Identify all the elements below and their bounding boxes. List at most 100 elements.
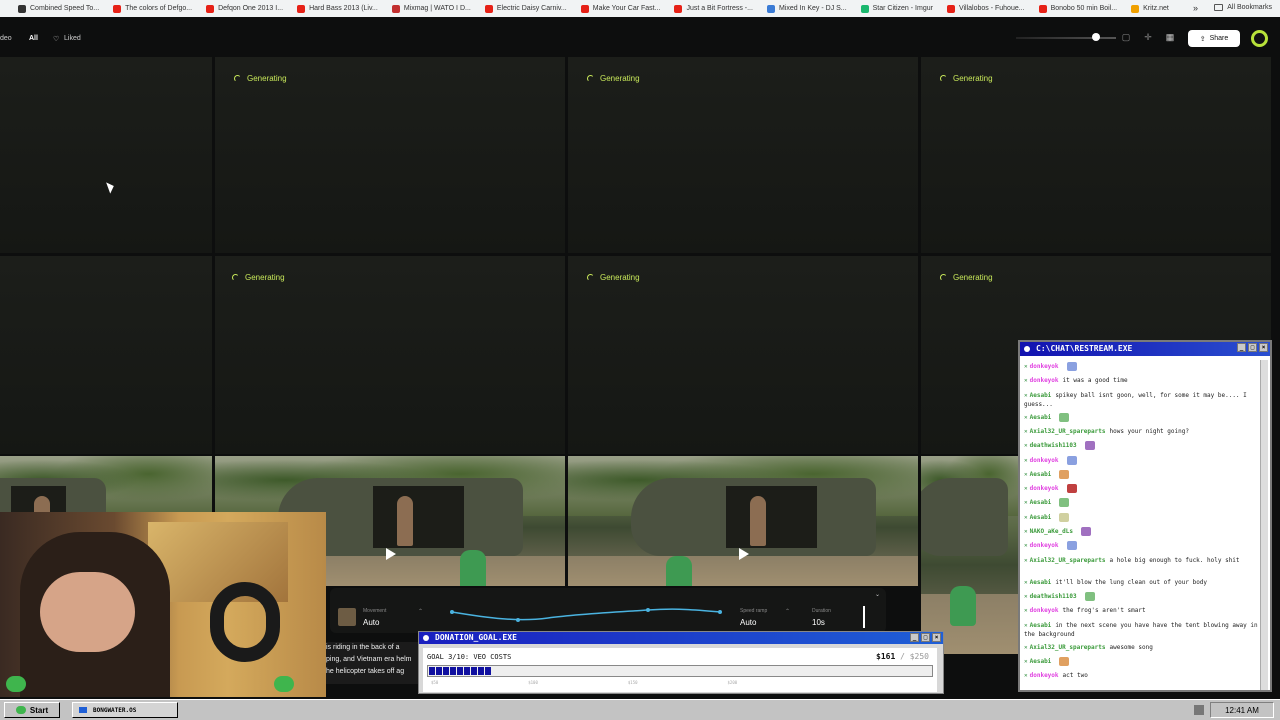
- soldier-figure: [750, 496, 766, 546]
- taskbar-app-button[interactable]: BONGWATER.OS: [72, 702, 178, 718]
- donation-title: DONATION_GOAL.EXE: [435, 633, 517, 642]
- maximize-icon[interactable]: □: [1248, 343, 1257, 352]
- video-tile[interactable]: [215, 256, 565, 454]
- bookmark-item[interactable]: Make Your Car Fast...: [580, 4, 660, 13]
- chat-username: donkeyok: [1029, 377, 1059, 385]
- platform-icon: ✕: [1024, 621, 1028, 629]
- chat-text: in the next scene you have have the tent…: [1024, 621, 1258, 638]
- bookmark-item[interactable]: Mixed In Key - DJ S...: [766, 4, 847, 13]
- reference-thumbnail[interactable]: [338, 608, 356, 626]
- spinner-icon: [940, 274, 947, 281]
- video-tile[interactable]: [0, 256, 212, 454]
- size-slider-knob[interactable]: [1092, 33, 1100, 41]
- emote-icon: [1059, 498, 1070, 508]
- webcam-overlay: [0, 512, 326, 697]
- bookmark-item[interactable]: Mixmag | WATO I D...: [391, 4, 471, 13]
- bookmark-item[interactable]: Defqon One 2013 I...: [206, 4, 284, 13]
- platform-icon: ✕: [1024, 413, 1028, 421]
- bookmark-item[interactable]: Hard Bass 2013 (Liv...: [297, 4, 378, 13]
- streamer-face: [40, 572, 135, 652]
- generating-status: Generating: [587, 74, 640, 83]
- all-bookmarks-button[interactable]: All Bookmarks: [1214, 4, 1272, 11]
- chevron-icon[interactable]: ⌃: [785, 608, 790, 615]
- chat-scrollbar[interactable]: [1260, 360, 1268, 690]
- filter-all[interactable]: All: [29, 35, 38, 42]
- speed-ramp-label: Speed ramp: [740, 608, 768, 614]
- bookmark-item[interactable]: Just a Bit Fortress -...: [674, 4, 753, 13]
- taskbar-app-label: BONGWATER.OS: [93, 706, 137, 714]
- square-view-icon[interactable]: ▢: [1121, 32, 1131, 42]
- donation-goal-window: DONATION_GOAL.EXE _ □ × GOAL 3/10: VEO C…: [418, 631, 944, 694]
- generating-label: Generating: [247, 74, 287, 83]
- chat-title: C:\CHAT\RESTREAM.EXE: [1036, 344, 1133, 353]
- chevron-down-icon[interactable]: ⌄: [875, 591, 880, 598]
- chat-text: hows your night going?: [1109, 427, 1189, 435]
- chat-text: awesome song: [1109, 643, 1153, 651]
- video-tile[interactable]: [568, 57, 918, 253]
- progress-segment: [436, 667, 442, 675]
- minimize-icon[interactable]: _: [910, 633, 919, 642]
- play-icon[interactable]: [386, 548, 396, 560]
- crosshair-icon[interactable]: ✛: [1143, 32, 1153, 42]
- video-tile[interactable]: [0, 57, 212, 253]
- bookmark-item[interactable]: Electric Daisy Carniv...: [484, 4, 567, 13]
- platform-icon: ✕: [1024, 528, 1028, 535]
- motion-curve[interactable]: [448, 606, 724, 626]
- grid-view-icon[interactable]: ▦: [1165, 32, 1175, 42]
- microphone-arm: [210, 582, 280, 662]
- bookmark-item[interactable]: Bonobo 50 min Boil...: [1038, 4, 1117, 13]
- bookmark-item[interactable]: The colors of Defgo...: [113, 4, 192, 13]
- bookmark-label: Just a Bit Fortress -...: [686, 5, 753, 12]
- video-tab[interactable]: deo: [0, 35, 12, 42]
- maximize-icon[interactable]: □: [921, 633, 930, 642]
- movement-value[interactable]: Auto: [363, 618, 379, 627]
- video-thumbnail[interactable]: [568, 456, 918, 586]
- close-icon[interactable]: ×: [932, 633, 941, 642]
- size-slider-track[interactable]: [1016, 37, 1116, 39]
- heart-icon[interactable]: ♡: [53, 35, 59, 43]
- chat-message: ✕ Aesabi it'll blow the lung clean out of …: [1024, 578, 1260, 587]
- duration-value[interactable]: 10s: [812, 618, 825, 627]
- chat-username: Axial32_UR_spareparts: [1029, 427, 1106, 435]
- video-tile[interactable]: [568, 256, 918, 454]
- generating-label: Generating: [600, 74, 640, 83]
- bookmark-label: Defqon One 2013 I...: [218, 5, 284, 12]
- video-thumbnail[interactable]: [921, 456, 1018, 654]
- speed-ramp-value[interactable]: Auto: [740, 618, 756, 627]
- profile-avatar[interactable]: [1251, 30, 1268, 47]
- chat-text: it was a good time: [1062, 377, 1128, 385]
- minimize-icon[interactable]: _: [1237, 343, 1246, 352]
- video-tile[interactable]: [921, 57, 1271, 253]
- share-button[interactable]: ⇪ Share: [1188, 30, 1240, 47]
- generating-status: Generating: [587, 273, 640, 282]
- start-button[interactable]: Start: [4, 702, 60, 718]
- bookmark-item[interactable]: Villalobos - Fuhoue...: [946, 4, 1025, 13]
- chevron-icon[interactable]: ⌃: [418, 608, 423, 615]
- platform-icon: ✕: [1024, 657, 1028, 665]
- progress-segment: [464, 667, 470, 675]
- progress-segment: [450, 667, 456, 675]
- bookmarks-more-icon[interactable]: »: [1193, 3, 1198, 13]
- bookmark-item[interactable]: Kritz.net: [1131, 4, 1169, 13]
- bookmark-item[interactable]: Combined Speed To...: [18, 4, 99, 13]
- chat-username: donkeyok: [1029, 485, 1059, 493]
- play-icon[interactable]: [739, 548, 749, 560]
- emote-icon: [1059, 469, 1070, 479]
- bookmark-label: Hard Bass 2013 (Liv...: [309, 5, 378, 12]
- folder-icon: [1214, 4, 1224, 11]
- progress-segment: [478, 667, 484, 675]
- platform-icon: ✕: [1024, 607, 1028, 615]
- bookmark-item[interactable]: Star Citizen - Imgur: [860, 4, 933, 13]
- window-icon: [423, 635, 429, 641]
- video-tile[interactable]: [215, 57, 565, 253]
- cursor-bar: [863, 606, 865, 628]
- filter-liked[interactable]: Liked: [64, 35, 81, 42]
- chat-username: Axial32_UR_spareparts: [1029, 556, 1106, 564]
- emote-icon: [1084, 441, 1095, 451]
- tray-icon[interactable]: [1194, 705, 1204, 715]
- chat-message: ✕ donkeyok: [1024, 362, 1260, 371]
- chat-username: Aesabi: [1029, 578, 1052, 586]
- tick-label: $150: [627, 680, 638, 685]
- close-icon[interactable]: ×: [1259, 343, 1268, 352]
- chat-message: ✕ deathwish1103: [1024, 441, 1260, 451]
